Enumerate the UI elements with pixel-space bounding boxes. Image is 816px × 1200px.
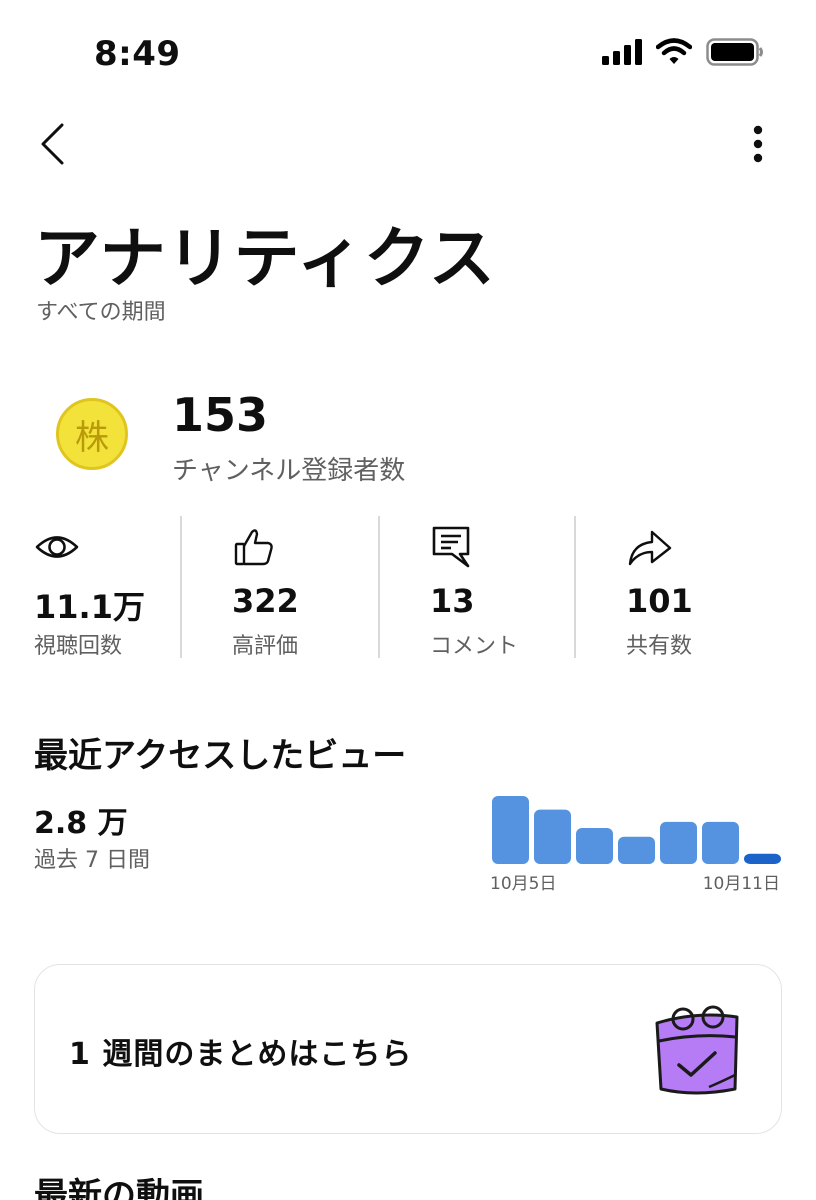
more-vertical-icon — [752, 125, 764, 167]
stat-divider — [378, 516, 380, 658]
views-chart-svg: 10月5日 10月11日 — [490, 796, 781, 894]
channel-avatar: 株 — [56, 398, 128, 470]
subscribers-summary: 株 153 チャンネル登録者数 — [56, 388, 756, 488]
stat-value: 13 — [430, 582, 475, 620]
battery-icon — [706, 38, 764, 70]
summary-card-text: 1 週間のまとめはこちら — [69, 1037, 413, 1072]
section-title-recent-views: 最近アクセスしたビュー — [34, 736, 407, 776]
page-subtitle: すべての期間 — [36, 300, 166, 325]
eye-icon — [34, 524, 80, 570]
wifi-icon — [655, 38, 693, 70]
stat-label: コメント — [430, 634, 519, 659]
chart-bar — [744, 853, 781, 864]
stat-label: 高評価 — [232, 634, 299, 659]
chart-bar — [660, 821, 697, 864]
stat-comments[interactable]: 13 コメント — [378, 516, 574, 660]
status-time: 8:49 — [94, 34, 181, 74]
status-icons — [602, 38, 764, 70]
back-button[interactable] — [30, 118, 74, 174]
stat-label: 共有数 — [626, 634, 693, 659]
chart-bar — [534, 809, 571, 864]
stat-shares[interactable]: 101 共有数 — [574, 516, 774, 660]
stat-label: 視聴回数 — [34, 634, 123, 659]
x-tick-start: 10月5日 — [490, 874, 556, 894]
more-options-button[interactable] — [738, 118, 778, 174]
cellular-signal-icon — [602, 39, 642, 69]
chart-bar — [702, 821, 739, 864]
status-bar: 8:49 — [0, 0, 816, 110]
subscriber-label: チャンネル登録者数 — [172, 456, 406, 486]
chart-bar — [492, 796, 529, 864]
page-title: アナリティクス — [34, 220, 496, 297]
stat-likes[interactable]: 322 高評価 — [180, 516, 378, 660]
views-chart[interactable]: 10月5日 10月11日 — [488, 788, 788, 898]
recent-views-value: 2.8 万 — [34, 806, 128, 841]
x-tick-end: 10月11日 — [703, 874, 780, 894]
chart-bar — [618, 836, 655, 864]
stat-divider — [180, 516, 182, 658]
recent-views-period: 過去 7 日間 — [34, 848, 150, 873]
stat-views[interactable]: 11.1万 視聴回数 — [34, 516, 180, 660]
subscriber-count: 153 — [172, 388, 269, 442]
share-icon — [626, 524, 672, 570]
stat-value: 101 — [626, 582, 693, 620]
comment-icon — [430, 524, 476, 570]
calendar-check-icon — [649, 1001, 745, 1101]
stats-row: 11.1万 視聴回数 322 高評価 13 コメント 101 共有数 — [34, 516, 794, 660]
chart-bar — [576, 827, 613, 864]
stat-divider — [574, 516, 576, 658]
stat-value: 11.1万 — [34, 588, 145, 626]
thumbs-up-icon — [232, 524, 278, 570]
section-title-latest-videos: 最新の動画 — [34, 1176, 204, 1200]
weekly-summary-card[interactable]: 1 週間のまとめはこちら — [34, 964, 782, 1134]
chevron-left-icon — [38, 122, 66, 170]
top-nav — [0, 118, 816, 174]
stat-value: 322 — [232, 582, 299, 620]
